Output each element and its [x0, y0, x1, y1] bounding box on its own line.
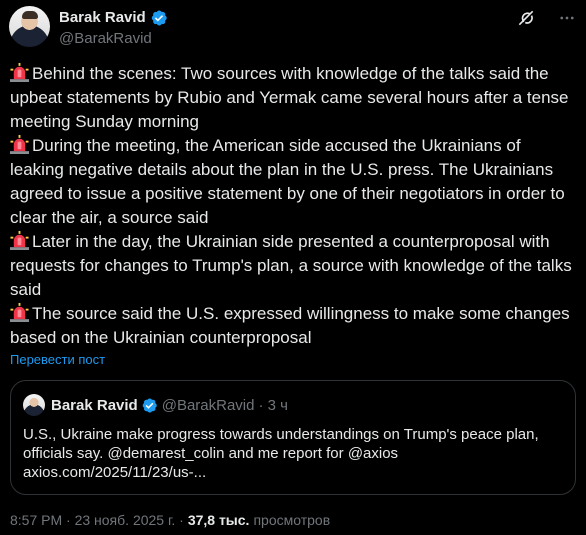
quoted-post-header: Barak Ravid @BarakRavid · 3 ч: [23, 393, 563, 417]
header-actions: [516, 8, 576, 28]
quoted-author-avatar: [23, 394, 45, 416]
post-paragraph-text: The source said the U.S. expressed willi…: [10, 304, 570, 347]
author-avatar[interactable]: [9, 6, 50, 47]
more-options-icon[interactable]: [558, 9, 576, 27]
post-text: Behind the scenes: Two sources with know…: [10, 62, 576, 350]
post-paragraph-text: Behind the scenes: Two sources with know…: [10, 64, 569, 131]
post-container: Barak Ravid @BarakRavid Behind the scene…: [0, 0, 586, 535]
post-timestamp[interactable]: 8:57 PM · 23 нояб. 2025 г. ·: [10, 512, 184, 528]
siren-icon: [10, 231, 29, 250]
author-handle[interactable]: @BarakRavid: [59, 30, 168, 47]
quoted-author-name: Barak Ravid: [51, 396, 138, 414]
post-header: Barak Ravid @BarakRavid: [9, 6, 576, 50]
post-paragraph-2: During the meeting, the American side ac…: [10, 134, 576, 230]
post-paragraph-text: Later in the day, the Ukrainian side pre…: [10, 232, 572, 299]
quoted-post-text: U.S., Ukraine make progress towards unde…: [23, 426, 539, 481]
verified-badge-icon: [151, 10, 167, 25]
grok-icon[interactable]: [516, 8, 536, 28]
quoted-post-card[interactable]: Barak Ravid @BarakRavid · 3 ч U.S., Ukra…: [10, 380, 576, 495]
author-name[interactable]: Barak Ravid: [59, 9, 146, 26]
post-paragraph-1: Behind the scenes: Two sources with know…: [10, 62, 576, 134]
views-count: 37,8 тыс.: [187, 512, 250, 528]
siren-icon: [10, 303, 29, 322]
post-meta: 8:57 PM · 23 нояб. 2025 г. · 37,8 тыс. п…: [10, 512, 330, 528]
post-paragraph-4: The source said the U.S. expressed willi…: [10, 302, 576, 350]
post-paragraph-text: During the meeting, the American side ac…: [10, 136, 565, 227]
verified-badge-icon: [142, 397, 157, 413]
quoted-author-handle: @BarakRavid: [161, 396, 255, 414]
author-name-row: Barak Ravid: [59, 8, 168, 27]
siren-icon: [10, 63, 29, 82]
author-identity: Barak Ravid @BarakRavid: [59, 8, 168, 50]
views-label: просмотров: [253, 512, 331, 528]
siren-icon: [10, 135, 29, 154]
translate-post-link[interactable]: Перевести пост: [10, 352, 105, 367]
post-paragraph-3: Later in the day, the Ukrainian side pre…: [10, 230, 576, 302]
quoted-post-time: · 3 ч: [258, 396, 288, 414]
